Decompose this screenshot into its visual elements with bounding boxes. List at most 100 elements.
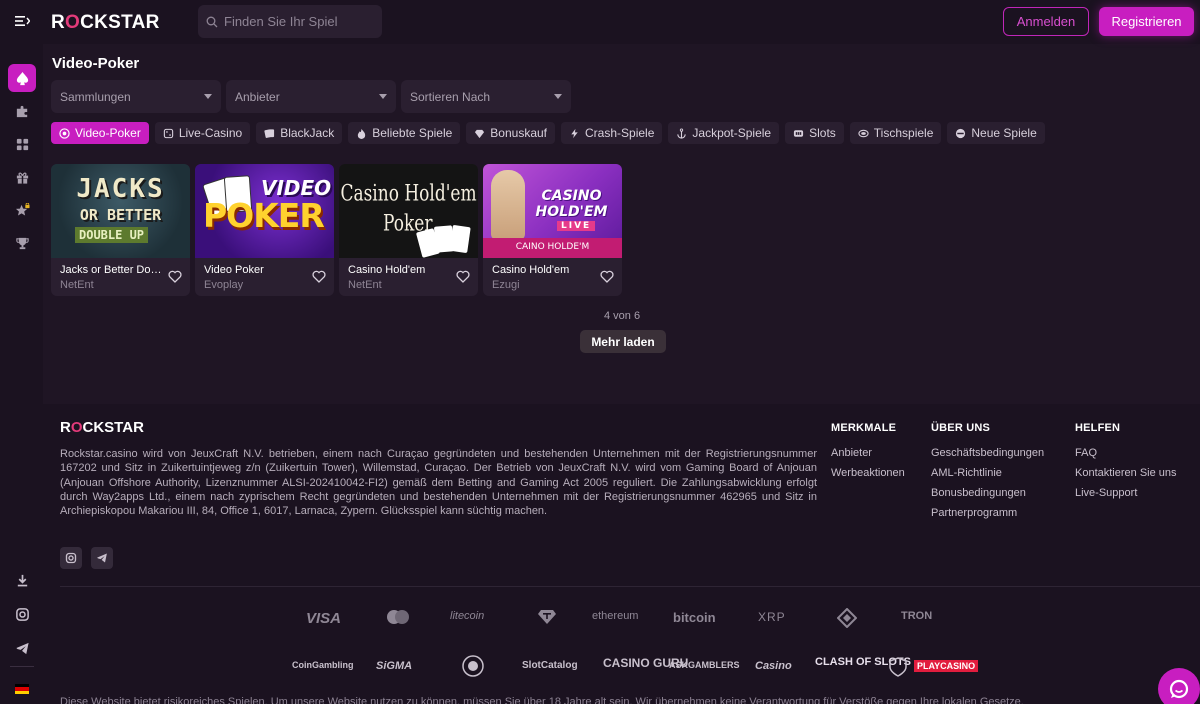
tab-blackjack[interactable]: BlackJack (256, 122, 343, 144)
sidebar-item-categories[interactable] (8, 130, 36, 158)
tab-jackpot-games[interactable]: Jackpot-Spiele (668, 122, 780, 144)
game-card[interactable]: CASINO HOLD'EM LIVE CAINO HOLDE'M Casino… (483, 164, 622, 296)
poker-chip-icon (59, 127, 70, 139)
collections-dropdown-label: Sammlungen (60, 89, 131, 104)
game-grid: JACKS OR BETTER DOUBLE UP Jacks or Bette… (51, 164, 622, 296)
bitcoin-logo: bitcoin (673, 610, 716, 625)
fire-icon (358, 128, 366, 139)
askgamblers-logo: ASKGAMBLERS (669, 660, 740, 670)
tab-popular[interactable]: Beliebte Spiele (348, 122, 461, 144)
tron-logo: TRON (901, 610, 933, 622)
footer-link[interactable]: Live-Support (1075, 487, 1177, 500)
footer-link[interactable]: FAQ (1075, 447, 1177, 460)
collections-dropdown[interactable]: Sammlungen (51, 80, 221, 113)
sidebar-telegram[interactable] (8, 634, 36, 662)
chat-icon (1169, 679, 1189, 699)
game-thumbnail[interactable]: Casino Hold'em Poker (339, 164, 478, 258)
tab-label: Jackpot-Spiele (692, 126, 772, 140)
instagram-icon (65, 552, 77, 564)
tab-slots[interactable]: Slots (785, 122, 844, 144)
new-icon (956, 128, 966, 138)
game-thumbnail[interactable]: CASINO HOLD'EM LIVE CAINO HOLDE'M (483, 164, 622, 258)
login-button[interactable]: Anmelden (1003, 7, 1089, 36)
heart-icon[interactable] (168, 270, 182, 283)
footer-link[interactable]: Partnerprogramm (931, 507, 1044, 520)
sidebar-download[interactable] (8, 566, 36, 594)
tab-label: BlackJack (280, 126, 335, 140)
tab-label: Tischspiele (873, 126, 934, 140)
site-logo[interactable]: ROCKSTAR (51, 12, 160, 34)
chevron-down-icon (204, 94, 212, 99)
tab-label: Crash-Spiele (585, 126, 655, 140)
sidebar-instagram[interactable] (8, 600, 36, 628)
game-name: Casino Hold'em (348, 264, 426, 276)
casino-logo: Casino (755, 660, 792, 672)
provider-dropdown[interactable]: Anbieter (226, 80, 396, 113)
tab-label: Neue Spiele (971, 126, 1037, 140)
tab-table-games[interactable]: Tischspiele (849, 122, 942, 144)
game-card[interactable]: VIDEO POKER Video Poker Evoplay (195, 164, 334, 296)
footer-link[interactable]: Anbieter (831, 447, 905, 460)
spade-icon (16, 71, 28, 85)
download-icon (17, 574, 27, 586)
menu-toggle-icon[interactable] (14, 13, 31, 29)
search-input[interactable] (224, 14, 374, 29)
game-thumbnail[interactable]: JACKS OR BETTER DOUBLE UP (51, 164, 190, 258)
slot-icon (794, 129, 804, 137)
diamond-icon (475, 129, 485, 138)
sort-dropdown-label: Sortieren Nach (410, 89, 491, 104)
sort-dropdown[interactable]: Sortieren Nach (401, 80, 571, 113)
cards-icon (264, 128, 275, 138)
game-name: Jacks or Better Double Up (60, 264, 164, 276)
footer-instagram-link[interactable] (60, 547, 82, 569)
game-name: Video Poker (204, 264, 264, 276)
footer-telegram-link[interactable] (91, 547, 113, 569)
live-chat-button[interactable] (1158, 668, 1200, 704)
sidebar-item-games[interactable] (8, 97, 36, 125)
search-box[interactable] (198, 5, 382, 38)
tab-crash-games[interactable]: Crash-Spiele (561, 122, 663, 144)
sidebar-item-promotions[interactable] (8, 163, 36, 191)
footer-link[interactable]: Kontaktieren Sie uns (1075, 467, 1177, 480)
tab-video-poker[interactable]: Video-Poker (51, 122, 149, 144)
game-provider: NetEnt (348, 279, 382, 291)
register-button[interactable]: Registrieren (1099, 7, 1194, 36)
game-art-text: DOUBLE UP (75, 227, 149, 243)
game-card[interactable]: Casino Hold'em Poker Casino Hold'em NetE… (339, 164, 478, 296)
footer-link[interactable]: AML-Richtlinie (931, 467, 1044, 480)
tab-new-games[interactable]: Neue Spiele (947, 122, 1045, 144)
sidebar-item-tournaments[interactable] (8, 229, 36, 257)
load-more-button[interactable]: Mehr laden (580, 330, 666, 353)
game-provider: NetEnt (60, 279, 94, 291)
heart-icon[interactable] (600, 270, 614, 283)
game-name: Casino Hold'em (492, 264, 570, 276)
language-flag-de-icon[interactable] (15, 684, 29, 694)
game-art-text: OR BETTER (79, 206, 162, 224)
tab-bonus-buy[interactable]: Bonuskauf (466, 122, 556, 144)
anchor-icon (677, 127, 687, 139)
chevron-down-icon (379, 94, 387, 99)
top-header: ROCKSTAR Anmelden Registrieren (0, 0, 1200, 44)
dice-icon (163, 128, 174, 138)
heart-icon[interactable] (312, 270, 326, 283)
game-art-text: CAINO HOLDE'M (515, 242, 590, 252)
heart-icon[interactable] (456, 270, 470, 283)
footer-logo[interactable]: ROCKSTAR (60, 419, 144, 436)
ethereum-logo: ethereum (592, 610, 639, 622)
search-icon (206, 16, 218, 27)
game-card[interactable]: JACKS OR BETTER DOUBLE UP Jacks or Bette… (51, 164, 190, 296)
provider-dropdown-label: Anbieter (235, 89, 280, 104)
table-icon (858, 129, 869, 137)
footer-link[interactable]: Werbeaktionen (831, 467, 905, 480)
footer-link[interactable]: Bonusbedingungen (931, 487, 1044, 500)
grid-icon (16, 138, 28, 150)
tab-label: Video-Poker (75, 126, 141, 140)
playcasino-logo: PLAYCASINO (914, 660, 979, 672)
game-art-text: LIVE (557, 221, 596, 231)
game-thumbnail[interactable]: VIDEO POKER (195, 164, 334, 258)
tab-live-casino[interactable]: Live-Casino (154, 122, 251, 144)
coingambling-logo: CoinGambling (292, 660, 354, 670)
sidebar-item-poker[interactable] (8, 64, 36, 92)
footer-link[interactable]: Geschäftsbedingungen (931, 447, 1044, 460)
sidebar-item-favorites[interactable] (8, 196, 36, 224)
